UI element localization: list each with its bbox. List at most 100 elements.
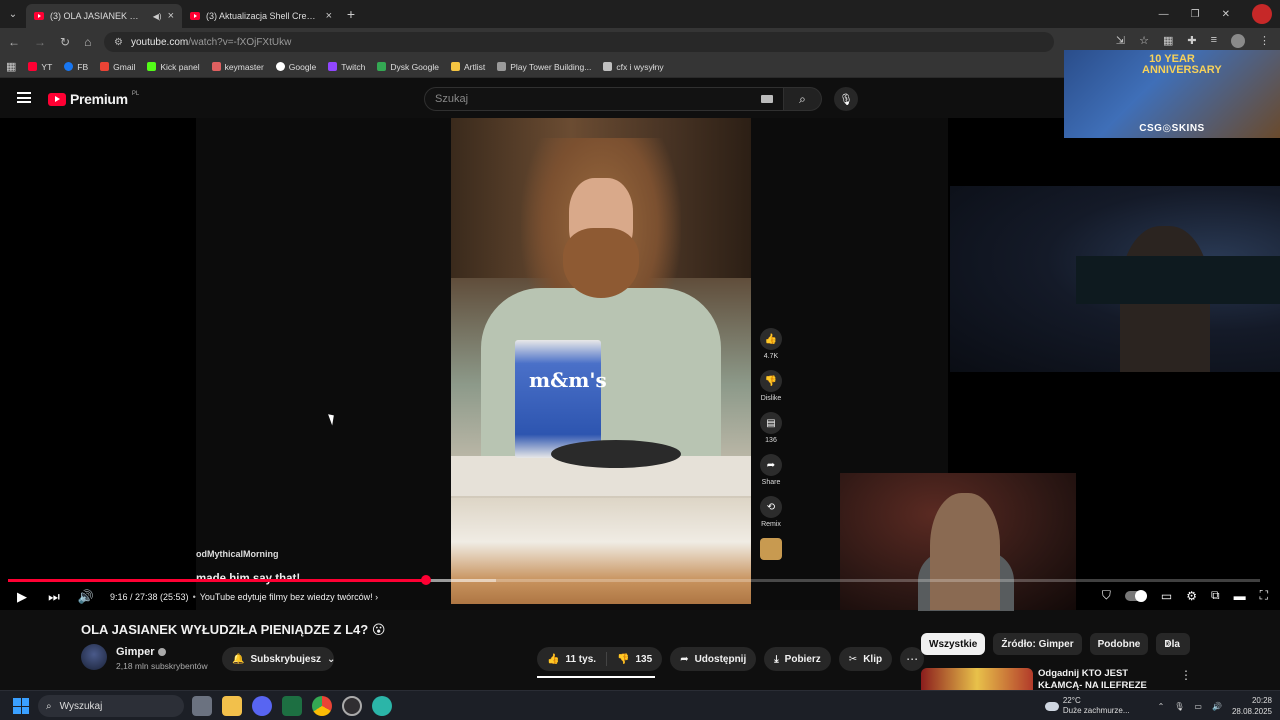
youtube-premium-logo[interactable]: Premium PL [48,91,139,107]
dislike-button[interactable]: 👎 135 [607,647,662,671]
close-window-icon[interactable]: ✕ [1222,9,1230,20]
media-control-icon[interactable]: ≡ [1211,34,1217,48]
volume-icon[interactable]: 🔊 [70,589,102,605]
volume-icon[interactable]: 🔊 [1212,702,1222,711]
short-like[interactable]: 👍 4.7K [760,328,782,360]
restore-icon[interactable]: ❐ [1191,9,1200,20]
chips-next-icon[interactable]: › [1166,636,1170,650]
video-player[interactable]: m&m's 👍 4.7K 👎 Dislike ▤ 136 ➦ Share ⟲ Remix … [0,118,1280,611]
subscribed-button[interactable]: 🔔 Subskrybujesz ⌄ [222,647,335,671]
sound-thumbnail[interactable] [760,538,782,560]
bookmark-cfx[interactable]: cfx i wysyłny [603,62,664,72]
short-remix[interactable]: ⟲ Remix [760,496,782,528]
miniplayer-icon[interactable]: ⧉ [1211,588,1220,603]
install-app-icon[interactable]: ⇲ [1116,34,1125,48]
speaker-icon[interactable]: ◀) [153,12,162,21]
tab-active[interactable]: (3) OLA JASIANEK WYŁUDZ ◀) × [26,4,182,28]
task-view-icon[interactable] [192,696,212,716]
network-icon[interactable]: ▭ [1194,702,1202,711]
extensions-puzzle-icon[interactable]: ✚ [1187,34,1196,48]
bookmark-artlist[interactable]: Artlist [450,62,485,72]
site-info-icon[interactable]: ⚙ [114,37,123,48]
bookmark-favicon-icon [603,62,613,71]
logo-region: PL [131,91,140,97]
bookmark-fb[interactable]: FB [64,62,88,72]
short-dislike[interactable]: 👎 Dislike [760,370,782,402]
edge-icon[interactable] [372,696,392,716]
apps-grid-icon[interactable]: ▦ [6,60,16,73]
close-tab-icon[interactable]: × [168,10,174,22]
channel-name[interactable]: Gimper [116,646,166,658]
theater-mode-icon[interactable]: ▬ [1234,589,1246,603]
back-icon[interactable]: ← [8,35,20,49]
search-button[interactable]: ⌕ [784,87,822,111]
chip-similar[interactable]: Podobne [1089,633,1149,655]
extension-icon[interactable]: ▦ [1163,34,1173,48]
bookmark-kick-panel[interactable]: Kick panel [147,62,200,72]
weather-widget[interactable]: 22°C Duże zachmurze... [1044,696,1130,716]
download-button[interactable]: ⤓ Pobierz [764,647,831,671]
chevron-right-icon[interactable]: › [375,592,378,602]
chip-for-you[interactable]: Dla [1156,633,1191,655]
chip-source-gimper[interactable]: Źródło: Gimper [993,633,1082,655]
url-field[interactable]: ⚙ youtube.com/watch?v=-fXOjFXtUkw [104,32,1054,52]
minimize-icon[interactable]: — [1159,9,1169,20]
new-tab-button[interactable]: + [340,6,362,22]
search-input[interactable]: Szukaj [424,87,784,111]
autoplay-toggle[interactable] [1124,589,1147,602]
forward-icon[interactable]: → [34,35,46,49]
discord-icon[interactable] [252,696,272,716]
obs-icon[interactable] [342,696,362,716]
reload-icon[interactable]: ↻ [60,35,70,49]
bookmark-twitch[interactable]: Twitch [328,62,365,72]
bookmark-yt[interactable]: YT [28,62,52,72]
taskbar-search[interactable]: ⌕ Wyszukaj [38,695,184,717]
bookmark-google[interactable]: Google [275,61,317,72]
file-explorer-icon[interactable] [222,696,242,716]
bookmark-star-icon[interactable]: ☆ [1139,34,1149,48]
tab-search-icon[interactable]: ⌄ [0,0,26,28]
recommended-video-title[interactable]: Odgadnij KTO JEST KŁAMCĄ- NA ILEFREZE MO… [1038,668,1168,690]
browser-menu-icon[interactable]: ⋮ [1259,34,1270,48]
clip-button[interactable]: ✂ Klip [838,647,893,671]
clip-label: Klip [863,653,883,665]
excel-icon[interactable] [282,696,302,716]
channel-avatar[interactable] [81,644,107,670]
bookmark-drive[interactable]: Dysk Google [377,62,439,72]
recommended-video-thumbnail[interactable] [921,668,1033,690]
bookmark-label: Google [288,61,317,72]
account-avatar[interactable] [1231,34,1245,48]
subtitles-icon[interactable]: ▭ [1161,589,1172,603]
settings-gear-icon[interactable]: ⚙ [1186,589,1197,603]
short-comments[interactable]: ▤ 136 [760,412,782,444]
chapter-title[interactable]: YouTube edytuje filmy bez wiedzy twórców… [200,592,373,602]
chip-all[interactable]: Wszystkie [921,633,986,655]
chrome-icon[interactable] [312,696,332,716]
bookmark-play-tower[interactable]: Play Tower Building... [497,62,591,72]
windows-start-icon[interactable] [13,698,29,714]
keyboard-icon[interactable] [761,95,773,103]
menu-hamburger-icon[interactable] [17,92,31,103]
microphone-icon[interactable]: 🎙 [1174,702,1184,711]
fullscreen-icon[interactable]: ⛶ [1260,588,1268,603]
sponsor-banner: 10 YEAR ANNIVERSARY CSG◎SKINS [1064,50,1280,138]
close-tab-icon[interactable]: × [326,10,332,22]
voice-search-button[interactable]: 🎙 [834,87,858,111]
channel-name-text[interactable]: Gimper [116,646,155,658]
profile-avatar[interactable] [1252,4,1272,24]
share-button[interactable]: ➦ Udostępnij [670,647,757,671]
chevron-up-icon[interactable]: ⌃ [1158,702,1165,711]
home-icon[interactable]: ⌂ [84,35,91,49]
clock[interactable]: 20:28 28.08.2025 [1232,695,1272,717]
short-share[interactable]: ➦ Share [760,454,782,486]
progress-bar[interactable] [8,575,1260,585]
recommended-more-icon[interactable]: ⋮ [1180,668,1192,682]
bookmark-label: YT [41,61,53,72]
play-icon[interactable]: ▶ [6,589,38,605]
tab-inactive[interactable]: (3) Aktualizacja Shell Creator 1. × [182,4,340,28]
next-icon[interactable]: ⏭ [38,589,70,605]
bookmark-keymaster[interactable]: keymaster [211,62,264,72]
shield-icon[interactable]: ⛉ [1102,588,1111,603]
bookmark-gmail[interactable]: Gmail [100,62,135,72]
like-button[interactable]: 👍 11 tys. [537,647,606,671]
